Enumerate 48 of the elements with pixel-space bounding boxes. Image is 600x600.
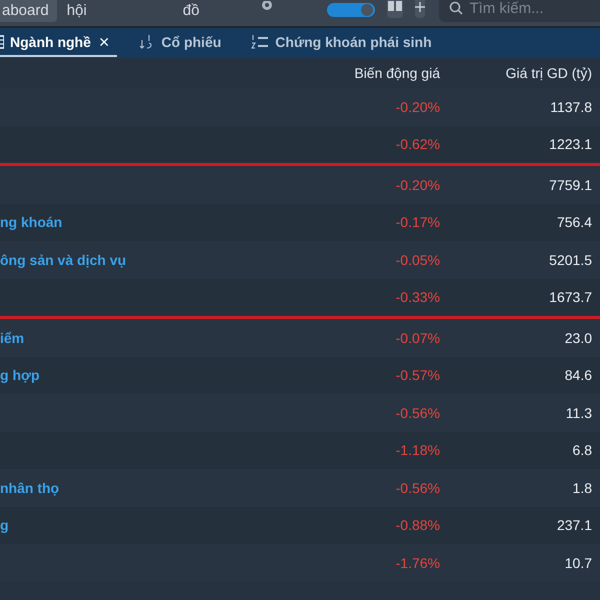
trade-value: 1137.8: [550, 98, 593, 115]
sector-link[interactable]: g hợp: [0, 367, 298, 384]
trade-value: 1223.1: [549, 136, 593, 152]
trade-value: 84.6: [564, 367, 593, 384]
price-change: -0.20%: [396, 98, 441, 115]
price-change: -0.20%: [396, 176, 441, 193]
trade-value: 6.8: [572, 442, 593, 458]
add-button[interactable]: [415, 0, 426, 18]
layout-button[interactable]: [387, 0, 404, 18]
price-change: -0.56%: [396, 404, 441, 421]
price-change: -0.33%: [396, 289, 441, 306]
price-change: -1.76%: [396, 554, 441, 571]
price-change: -0.17%: [396, 214, 441, 230]
trade-value: 1.8: [572, 480, 593, 496]
trade-value: 7759.1: [549, 176, 593, 193]
theme-toggle[interactable]: [327, 3, 376, 17]
menu-item[interactable]: đồ: [174, 0, 208, 22]
trade-value: 10.7: [564, 554, 593, 571]
column-header: Biến động giá: [354, 65, 441, 81]
sector-link[interactable]: iểm: [0, 330, 298, 346]
tab[interactable]: Chứng khoán phái sinh: [251, 29, 440, 57]
trade-value: 11.3: [566, 404, 593, 421]
price-change: -0.57%: [396, 367, 441, 384]
trade-value: 1673.7: [549, 289, 593, 306]
sector-link[interactable]: nhân thọ: [0, 480, 298, 496]
column-header: Giá trị GD (tỷ): [506, 65, 593, 81]
price-change: -0.07%: [396, 330, 441, 346]
price-change: -0.88%: [396, 517, 441, 534]
price-change: -0.56%: [396, 480, 441, 496]
grid-icon: [387, 1, 404, 13]
menu-item[interactable]: aboard: [0, 0, 57, 22]
search-field[interactable]: Tìm kiếm...: [439, 0, 600, 22]
menu-item[interactable]: hội: [56, 0, 93, 22]
table-icon: [0, 35, 4, 49]
trade-value: 5201.5: [549, 252, 593, 268]
trade-value: 756.4: [556, 214, 593, 230]
sector-link[interactable]: ng khoán: [0, 214, 298, 230]
plus-icon: [415, 2, 426, 12]
close-icon[interactable]: ×: [98, 32, 110, 52]
numbered-list-icon: [251, 34, 270, 50]
price-change: -0.05%: [396, 252, 441, 268]
sector-link[interactable]: ông sản và dịch vụ: [0, 252, 298, 268]
trade-value: 23.0: [564, 330, 593, 346]
trade-value: 237.1: [556, 517, 593, 534]
tab[interactable]: Cổ phiếu: [139, 29, 230, 57]
sector-link[interactable]: g: [0, 517, 298, 534]
price-change: -0.62%: [396, 136, 441, 152]
price-change: -1.18%: [396, 442, 441, 458]
